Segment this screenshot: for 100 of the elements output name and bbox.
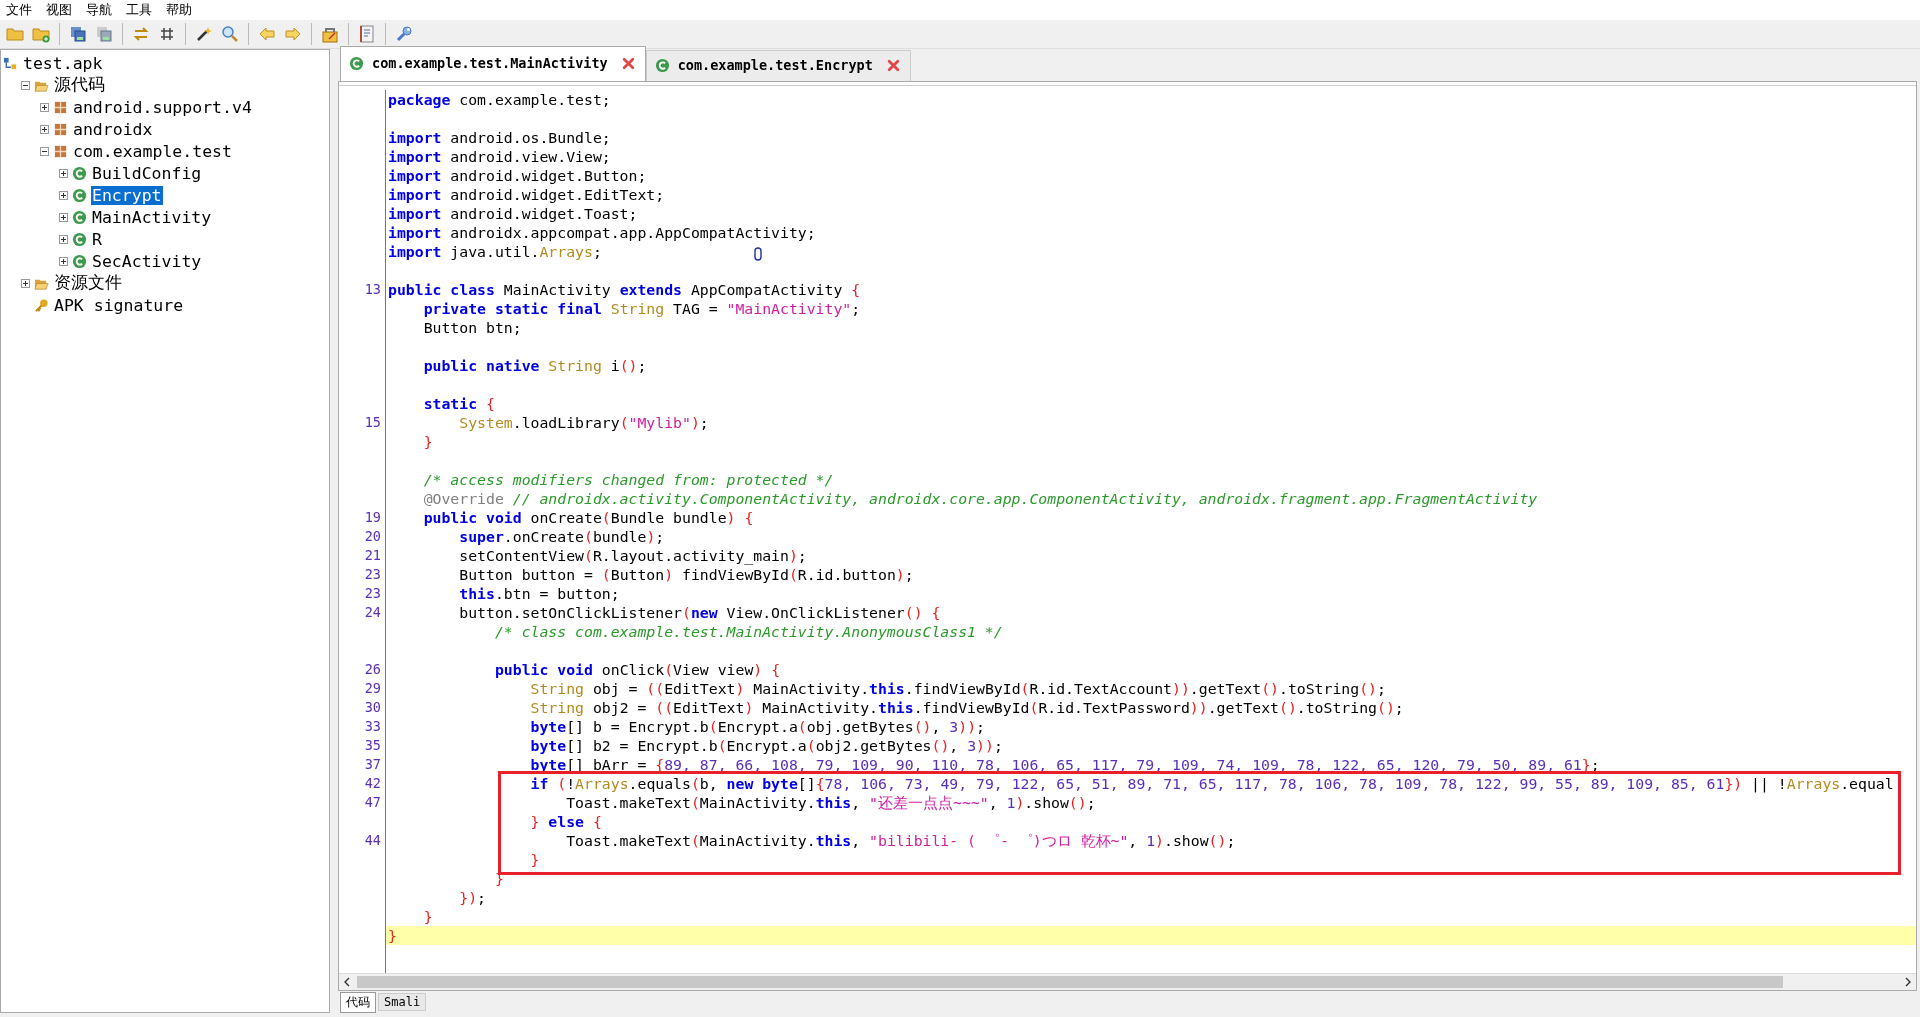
tree-item[interactable]: test.apk — [22, 53, 104, 73]
scroll-left-icon[interactable] — [343, 977, 351, 987]
expand-toggle[interactable] — [58, 234, 68, 244]
package-icon — [53, 143, 68, 159]
code-line: String obj2 = ((EditText) MainActivity.this.findViewById(R.id.TextPassword)).getText().toString(); — [529, 698, 1404, 717]
line-number: 20 — [363, 527, 381, 546]
line-number: 42 — [363, 774, 381, 793]
menu-item[interactable]: 视图 — [46, 1, 72, 19]
code-line: setContentView(R.layout.activity_main); — [458, 546, 807, 565]
expand-toggle[interactable] — [58, 190, 68, 200]
line-number: 23 — [363, 565, 381, 584]
class-icon — [72, 231, 87, 247]
line-number: 24 — [363, 603, 381, 622]
expand-toggle[interactable] — [20, 278, 30, 288]
code-line: if (!Arrays.equals(b, new byte[]{78, 106, 73, 49, 79, 122, 65, 51, 89, 71, 65, 117, 78, 106, 78, 109, 78, 122, 99, 55, 89, 109, 85, 61}) || !Arrays.equal — [529, 774, 1894, 793]
code-line: public class MainActivity extends AppCompatActivity { — [387, 280, 861, 299]
code-line: System.loadLibrary("Mylib"); — [458, 413, 709, 432]
code-line: @Override // androidx.activity.ComponentActivity, androidx.core.app.ComponentActivity, androidx.fragment.app.FragmentActivity — [422, 489, 1538, 508]
code-line: this.btn = button; — [458, 584, 620, 603]
scroll-right-icon[interactable] — [1904, 977, 1912, 987]
code-line: import android.view.View; — [387, 147, 611, 166]
code-line: Button btn; — [422, 318, 522, 337]
line-number: 29 — [363, 679, 381, 698]
line-number: 26 — [363, 660, 381, 679]
code-line: } else { — [529, 812, 602, 831]
class-icon — [72, 165, 87, 181]
tree-item[interactable]: R — [91, 229, 103, 249]
code-line: import android.widget.EditText; — [387, 185, 665, 204]
collapse-toggle[interactable] — [20, 80, 30, 90]
view-tab[interactable]: Smali — [378, 993, 427, 1011]
code-line: import androidx.appcompat.app.AppCompatActivity; — [387, 223, 816, 242]
editor-tab[interactable]: com.example.test.MainActivity — [340, 46, 646, 81]
code-line: public native String i(); — [422, 356, 647, 375]
tree-item[interactable]: androidx — [72, 119, 154, 139]
code-line: import android.widget.Button; — [387, 166, 647, 185]
expand-toggle[interactable] — [58, 256, 68, 266]
collapse-toggle[interactable] — [39, 146, 49, 156]
code-line: import android.widget.Toast; — [387, 204, 638, 223]
tree-item[interactable]: 源代码 — [53, 74, 106, 96]
line-number: 47 — [363, 793, 381, 812]
tree-item[interactable]: com.example.test — [72, 141, 233, 161]
code-line: import java.util.Arrays; — [387, 242, 602, 261]
menu-item[interactable]: 导航 — [86, 1, 112, 19]
key-icon — [34, 297, 49, 313]
expand-toggle[interactable] — [58, 212, 68, 222]
line-number: 44 — [363, 831, 381, 850]
code-line: String obj = ((EditText) MainActivity.this.findViewById(R.id.TextAccount)).getText().toString(); — [529, 679, 1386, 698]
tree-item[interactable]: MainActivity — [91, 207, 213, 227]
scrollbar-thumb[interactable] — [357, 976, 1783, 988]
line-number: 13 — [363, 280, 381, 299]
code-line: super.onCreate(bundle); — [458, 527, 665, 546]
code-line: import android.os.Bundle; — [387, 128, 611, 147]
class-icon — [72, 187, 87, 203]
line-number: 19 — [363, 508, 381, 527]
tree-item[interactable]: BuildConfig — [91, 163, 203, 183]
code-line: Toast.makeText(MainActivity.this, "bilibili- ( ゜- ゜)つロ 乾杯~", 1).show(); — [565, 831, 1236, 850]
code-line: public void onCreate(Bundle bundle) { — [422, 508, 754, 527]
code-line: byte[] b2 = Encrypt.b(Encrypt.a(obj2.getBytes(), 3)); — [529, 736, 1003, 755]
text-cursor-icon — [754, 247, 762, 261]
package-icon — [53, 121, 68, 137]
package-icon — [53, 99, 68, 115]
view-tab[interactable]: 代码 — [340, 991, 376, 1013]
close-icon[interactable] — [886, 58, 900, 72]
tree-item[interactable]: SecActivity — [91, 251, 203, 271]
close-icon[interactable] — [621, 56, 635, 70]
expand-toggle[interactable] — [39, 124, 49, 134]
code-line: /* access modifiers changed from: protected */ — [422, 470, 834, 489]
tree-item[interactable]: 资源文件 — [53, 272, 123, 294]
expand-toggle[interactable] — [39, 102, 49, 112]
tree-item[interactable]: Encrypt — [91, 185, 163, 205]
menu-item[interactable]: 文件 — [6, 1, 32, 19]
code-line: Button button = (Button) findViewById(R.id.button); — [458, 565, 914, 584]
code-line: } — [422, 907, 433, 926]
tree-item[interactable]: APK signature — [53, 295, 185, 315]
editor-tab[interactable]: com.example.test.Encrypt — [645, 50, 911, 81]
line-number: 37 — [363, 755, 381, 774]
code-line: Toast.makeText(MainActivity.this, "还差一点点~~~", 1).show(); — [565, 793, 1096, 812]
class-icon — [654, 57, 670, 73]
line-number: 21 — [363, 546, 381, 565]
menu-item[interactable]: 工具 — [126, 1, 152, 19]
expand-toggle[interactable] — [58, 168, 68, 178]
code-line: byte[] b = Encrypt.b(Encrypt.a(obj.getBytes(), 3)); — [529, 717, 985, 736]
class-icon — [349, 55, 364, 71]
line-number: 30 — [363, 698, 381, 717]
line-number: 15 — [363, 413, 381, 432]
code-line: }); — [458, 888, 486, 907]
horizontal-scrollbar[interactable] — [339, 973, 1916, 990]
class-icon — [72, 253, 87, 269]
code-line: static { — [422, 394, 495, 413]
menu-item[interactable]: 帮助 — [166, 1, 192, 19]
project-icon — [3, 55, 18, 71]
class-icon — [72, 209, 87, 225]
line-number: 33 — [363, 717, 381, 736]
code-line: /* class com.example.test.MainActivity.AnonymousClass1 */ — [493, 622, 1003, 641]
line-number: 23 — [363, 584, 381, 603]
code-line: } — [529, 850, 540, 869]
code-line: button.setOnClickListener(new View.OnClickListener() { — [458, 603, 941, 622]
tab-label: com.example.test.Encrypt — [677, 57, 873, 73]
tree-item[interactable]: android.support.v4 — [72, 97, 253, 117]
code-line: package com.example.test; — [387, 90, 611, 109]
